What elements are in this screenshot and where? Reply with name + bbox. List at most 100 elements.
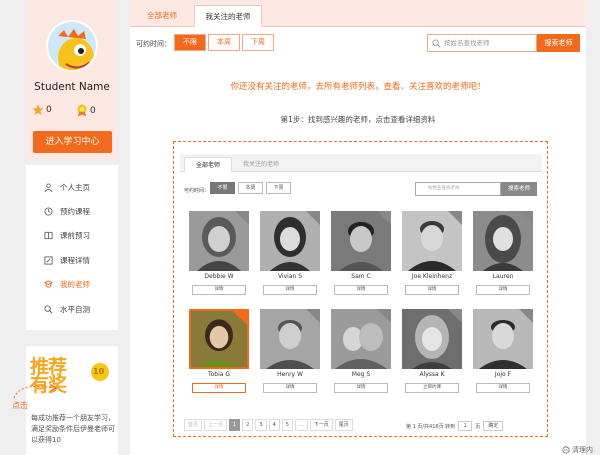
teacher-badge: [235, 211, 249, 225]
teacher-card: Lauren 详情: [473, 211, 533, 303]
demo-time-label: 可约时间：: [184, 188, 210, 194]
filter-next-week-button[interactable]: 下周: [242, 34, 274, 51]
sidebar-menu: 个人主页 预约课程 课前预习 课程详情 我的老师 水平自测: [26, 165, 118, 330]
teacher-details-button: 详情: [405, 285, 459, 295]
teacher-badge: [377, 309, 391, 323]
dinosaur-avatar-icon: [48, 22, 96, 70]
demo-pagination: 首页 上一页 1 2 3 4 5 ... 下一页 尾页: [184, 419, 353, 431]
teacher-badge: [448, 309, 462, 323]
teacher-card: Tobia G 详情: [189, 309, 249, 401]
pager-info: 第 1 页/共418页 转到 1 页 确定: [406, 421, 504, 431]
search-icon: [432, 39, 441, 48]
tab-followed-teachers[interactable]: 我关注的老师: [194, 5, 262, 27]
teacher-name: Debbie W: [204, 273, 234, 280]
sidebar-item-label: 水平自测: [60, 304, 90, 314]
teacher-details-button: 详情: [192, 285, 246, 295]
demo-filter-next-week: 下周: [266, 182, 291, 194]
teacher-details-button: 详情: [263, 383, 317, 393]
star-icon: [32, 104, 44, 115]
filter-this-week-button[interactable]: 本周: [208, 34, 240, 51]
demo-tab-all: 全部老师: [184, 157, 232, 172]
demo-tabs: 全部老师 我关注的老师: [180, 154, 542, 172]
pager-goto-input: 1: [458, 421, 473, 431]
demo-search-input: 按姓名查找老师: [415, 182, 501, 196]
teacher-name: Sam C: [351, 273, 371, 280]
sidebar-item-booking[interactable]: 预约课程: [44, 204, 90, 218]
stars-count: 0: [32, 104, 52, 116]
teacher-badge: [377, 211, 391, 225]
sidebar-item-label: 预约课程: [60, 206, 90, 216]
step1-instruction: 第1步：找到感兴趣的老师，点击查看详细资料: [280, 115, 436, 124]
pager-info-text: 第 1 页/共418页 转到: [406, 423, 456, 430]
search-placeholder: 按姓名查找老师: [444, 39, 490, 47]
teacher-tabs: 全部老师 我关注的老师: [130, 0, 586, 27]
teacher-name: Jojo F: [494, 371, 512, 378]
teacher-card: Vivian S 详情: [260, 211, 320, 303]
sidebar-item-label: 课前预习: [60, 230, 90, 240]
click-pointer-arrow-icon: [13, 383, 57, 399]
teacher-card: Jojo F 详情: [473, 309, 533, 401]
avatar[interactable]: [46, 20, 98, 72]
enter-learning-center-button[interactable]: 进入学习中心: [33, 131, 112, 153]
sidebar-item-label: 课程详情: [60, 255, 90, 265]
pager-page: 4: [268, 419, 280, 431]
sidebar-item-home[interactable]: 个人主页: [44, 180, 90, 194]
teacher-details-button: 详情: [476, 285, 530, 295]
teacher-badge: [519, 309, 533, 323]
teacher-name: Tobia G: [207, 371, 231, 378]
teacher-card: Debbie W 详情: [189, 211, 249, 303]
teacher-card: Meg S 详情: [331, 309, 391, 401]
pager-page-unit: 页: [475, 423, 481, 430]
clear-icon: [562, 446, 570, 454]
teacher-card: Joe Kleinhenz 详情: [402, 211, 462, 303]
sidebar-item-my-teachers[interactable]: 我的老师: [44, 277, 90, 291]
teacher-photo: [189, 211, 249, 271]
medal-icon: [77, 104, 87, 117]
search-teacher-button[interactable]: 搜索老师: [537, 34, 580, 52]
clear-link[interactable]: 清理内: [562, 445, 593, 455]
teacher-name: Meg S: [351, 371, 371, 378]
tab-all-teachers[interactable]: 全部老师: [134, 5, 190, 27]
teacher-name: Joe Kleinhenz: [411, 273, 453, 280]
pager-page: 2: [242, 419, 254, 431]
pager-page: 5: [281, 419, 293, 431]
teacher-details-button: 详情: [334, 383, 388, 393]
promo-text: 每成功推荐一个朋友学习，满足奖励条件后伊曼老师可以获得10: [31, 414, 115, 444]
edit-icon: [44, 255, 53, 265]
click-annotation: 点击: [12, 401, 28, 410]
available-time-label: 可约时间：: [136, 40, 171, 48]
promo-badge: 10: [93, 367, 105, 376]
teacher-photo: [331, 211, 391, 271]
teacher-badge: [519, 211, 533, 225]
sidebar-item-preview[interactable]: 课前预习: [44, 228, 90, 242]
username: Student Name: [34, 81, 110, 93]
teacher-badge: [233, 311, 247, 325]
medals-count: 0: [76, 104, 96, 117]
demo-tab-followed: 我关注的老师: [242, 161, 279, 168]
teacher-photo: [473, 309, 533, 369]
teacher-badge: [306, 211, 320, 225]
teacher-photo: [473, 211, 533, 271]
teacher-card: Henry W 详情: [260, 309, 320, 401]
pager-ok-button: 确定: [483, 421, 504, 431]
demo-teacher-list: 全部老师 我关注的老师 可约时间： 不限 本周 下周 按姓名查找老师 搜索老师 …: [180, 154, 542, 431]
pager-next: 下一页: [309, 419, 333, 431]
teacher-badge: [306, 309, 320, 323]
filter-any-button[interactable]: 不限: [174, 34, 206, 51]
pager-first: 首页: [184, 419, 203, 431]
sidebar-item-course-details[interactable]: 课程详情: [44, 253, 90, 267]
pager-last: 尾页: [334, 419, 353, 431]
demo-filter-this-week: 本周: [238, 182, 263, 194]
demo-search-button: 搜索老师: [501, 182, 537, 196]
teacher-details-button: 详情: [192, 383, 246, 393]
book-now-button: 立即约课: [405, 383, 459, 393]
main-panel: 全部老师 我关注的老师 可约时间： 不限 本周 下周 按姓名查找老师 搜索老师 …: [130, 0, 586, 455]
search-icon: [44, 304, 53, 313]
teacher-photo: [402, 309, 462, 369]
sidebar-item-level-test[interactable]: 水平自测: [44, 302, 90, 316]
teacher-card: Alyssa K 立即约课: [402, 309, 462, 401]
teacher-search-input[interactable]: 按姓名查找老师: [427, 34, 537, 52]
demo-filter-any: 不限: [210, 182, 235, 194]
no-followed-notice: 你还没有关注的老师，去所有老师列表，查看、关注喜欢的老师吧！: [230, 82, 486, 92]
teacher-photo: [402, 211, 462, 271]
